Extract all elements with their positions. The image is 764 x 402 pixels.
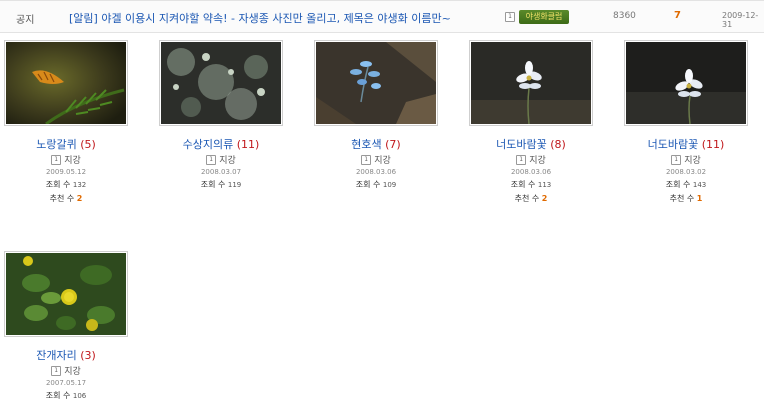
gallery-item: 너도바람꽃 (11) 1 지강 2008.03.02 조회 수 143 추천 수 … — [624, 40, 748, 204]
post-author[interactable]: 1 지강 — [4, 153, 128, 166]
notice-views: 8360 — [613, 11, 636, 21]
post-recommend: 추천 수 2 — [514, 194, 548, 203]
post-date: 2008.03.06 — [355, 168, 397, 176]
notice-date: 2009-12-31 — [722, 11, 759, 29]
thumbnail-image[interactable] — [4, 251, 128, 337]
level-icon: 1 — [505, 12, 515, 22]
thumbnail-image[interactable] — [159, 40, 283, 126]
post-title-link[interactable]: 수상지의류 (11) — [159, 136, 283, 152]
post-author[interactable]: 1 지강 — [314, 153, 438, 166]
level-icon: 1 — [51, 365, 62, 376]
notice-row: 공지 [알림] 야겔 이용시 지켜야할 약속! - 자생종 사진만 올리고, 제… — [0, 0, 764, 33]
level-icon: 1 — [206, 154, 217, 165]
notice-author[interactable]: 1 야생화클럽 — [505, 10, 569, 24]
post-views: 조회 수 143 — [665, 180, 707, 189]
post-author[interactable]: 1 지강 — [624, 153, 748, 166]
post-date: 2007.05.17 — [45, 379, 87, 387]
thumbnail-image[interactable] — [469, 40, 593, 126]
author-image-badge: 야생화클럽 — [519, 10, 569, 24]
post-views: 조회 수 106 — [45, 391, 87, 400]
thumbnail-image[interactable] — [4, 40, 128, 126]
post-views: 조회 수 119 — [200, 180, 242, 189]
notice-title-link[interactable]: [알림] 야겔 이용시 지켜야할 약속! - 자생종 사진만 올리고, 제목은 … — [69, 10, 451, 26]
post-date: 2008.03.07 — [200, 168, 242, 176]
post-recommend: 추천 수 2 — [49, 194, 83, 203]
post-author[interactable]: 1 지강 — [469, 153, 593, 166]
post-title-link[interactable]: 너도바람꽃 (8) — [469, 136, 593, 152]
level-icon: 1 — [671, 154, 682, 165]
thumbnail-image[interactable] — [314, 40, 438, 126]
post-views: 조회 수 113 — [510, 180, 552, 189]
gallery-item: 너도바람꽃 (8) 1 지강 2008.03.06 조회 수 113 추천 수 2 — [469, 40, 593, 204]
notice-label: 공지 — [16, 15, 35, 26]
level-icon: 1 — [361, 154, 372, 165]
gallery-item: 수상지의류 (11) 1 지강 2008.03.07 조회 수 119 — [159, 40, 283, 190]
post-views: 조회 수 132 — [45, 180, 87, 189]
post-title-link[interactable]: 잔개자리 (3) — [4, 347, 128, 363]
post-title-link[interactable]: 노랑갈퀴 (5) — [4, 136, 128, 152]
post-date: 2008.03.06 — [510, 168, 552, 176]
thumbnail-image[interactable] — [624, 40, 748, 126]
post-date: 2009.05.12 — [45, 168, 87, 176]
level-icon: 1 — [51, 154, 62, 165]
post-author[interactable]: 1 지강 — [4, 364, 128, 377]
notice-likes: 7 — [674, 10, 681, 21]
post-date: 2008.03.02 — [665, 168, 707, 176]
post-views: 조회 수 109 — [355, 180, 397, 189]
post-recommend: 추천 수 1 — [669, 194, 703, 203]
post-title-link[interactable]: 너도바람꽃 (11) — [624, 136, 748, 152]
post-author[interactable]: 1 지강 — [159, 153, 283, 166]
gallery-item: 현호색 (7) 1 지강 2008.03.06 조회 수 109 — [314, 40, 438, 190]
level-icon: 1 — [516, 154, 527, 165]
gallery-item: 잔개자리 (3) 1 지강 2007.05.17 조회 수 106 — [4, 251, 128, 401]
post-title-link[interactable]: 현호색 (7) — [314, 136, 438, 152]
gallery-item: 노랑갈퀴 (5) 1 지강 2009.05.12 조회 수 132 추천 수 2 — [4, 40, 128, 204]
